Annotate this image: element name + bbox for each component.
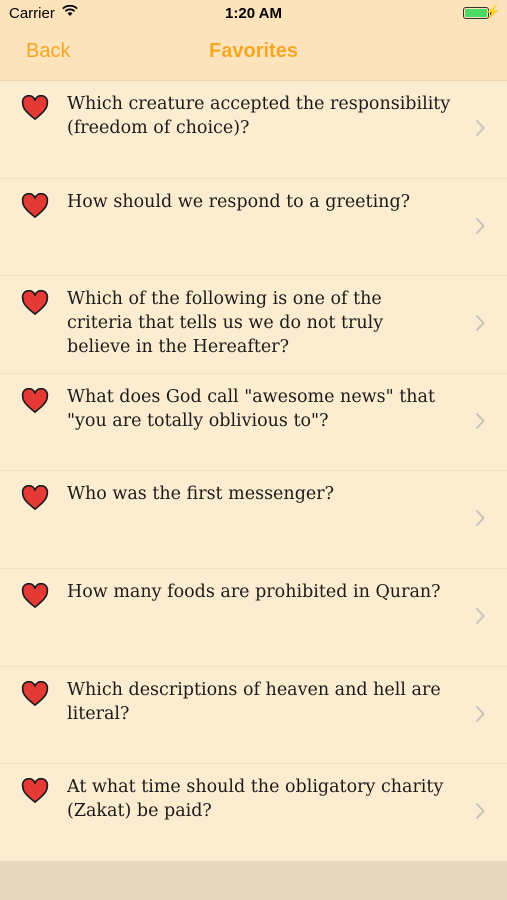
chevron-right-icon (475, 412, 485, 429)
favorites-list: Which creature accepted the responsibili… (0, 81, 507, 862)
chevron-right-icon (475, 217, 485, 234)
question-text: How many foods are prohibited in Quran? (67, 581, 441, 602)
question-text: At what time should the obligatory chari… (67, 777, 444, 822)
question-text: Who was the first messenger? (67, 484, 334, 505)
chevron-right-icon (475, 315, 485, 332)
question-text: What does God call "awesome news" that "… (67, 386, 436, 431)
heart-icon (21, 778, 49, 804)
list-item[interactable]: How many foods are prohibited in Quran? (0, 569, 507, 667)
question-text: Which of the following is one of the cri… (67, 289, 384, 358)
status-bar: Carrier 1:20 AM ⚡ (0, 0, 507, 28)
clock: 1:20 AM (225, 5, 282, 22)
question-text: Which descriptions of heaven and hell ar… (67, 679, 441, 724)
charging-icon: ⚡ (484, 4, 501, 19)
list-item[interactable]: Which creature accepted the responsibili… (0, 81, 507, 179)
question-text: How should we respond to a greeting? (67, 191, 411, 212)
chevron-right-icon (475, 119, 485, 137)
list-item[interactable]: How should we respond to a greeting? (0, 179, 507, 277)
chevron-right-icon (475, 607, 485, 625)
list-item[interactable]: Which descriptions of heaven and hell ar… (0, 667, 507, 765)
chevron-right-icon (475, 705, 485, 722)
heart-icon (21, 485, 49, 511)
heart-icon (21, 290, 49, 316)
heart-icon (21, 192, 49, 218)
heart-icon (21, 95, 49, 121)
list-item[interactable]: What does God call "awesome news" that "… (0, 374, 507, 472)
heart-icon (21, 387, 49, 413)
page-title: Favorites (209, 40, 298, 62)
chevron-right-icon (475, 510, 485, 527)
question-text: Which creature accepted the responsibili… (67, 94, 451, 138)
heart-icon (21, 680, 49, 706)
navigation-bar: Back Favorites (0, 28, 507, 81)
bottom-toolbar (0, 861, 507, 900)
heart-icon (21, 582, 49, 609)
list-item[interactable]: Which of the following is one of the cri… (0, 276, 507, 374)
list-item[interactable]: At what time should the obligatory chari… (0, 764, 507, 862)
chevron-right-icon (475, 802, 485, 820)
list-item[interactable]: Who was the first messenger? (0, 471, 507, 569)
